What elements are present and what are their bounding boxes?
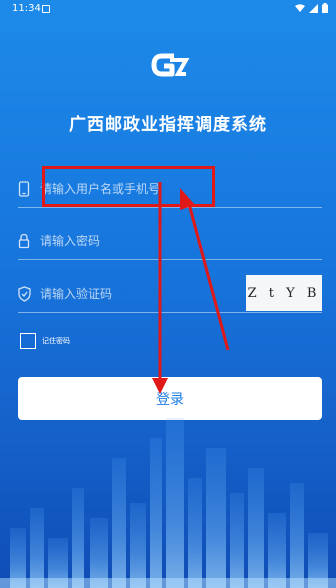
app-title: 广西邮政业指挥调度系统 — [69, 115, 267, 135]
password-input[interactable] — [40, 230, 240, 252]
captcha-image[interactable]: Z t Y B — [246, 275, 322, 311]
wifi-icon — [295, 3, 305, 12]
remember-password-checkbox[interactable] — [20, 333, 36, 349]
login-screen: 11:34 广西邮政业指挥调度系统 请输入用户名或手机号 请输入验证码 Z t … — [0, 0, 336, 588]
lock-icon — [18, 233, 30, 249]
password-field — [18, 222, 322, 260]
phone-icon — [18, 181, 30, 197]
remember-password-label: 记住密码 — [42, 337, 70, 345]
notification-icon — [42, 5, 50, 13]
signal-icon — [309, 3, 318, 13]
captcha-field: Z t Y B — [18, 275, 322, 313]
remember-password-row[interactable]: 记住密码 — [20, 333, 70, 349]
username-field — [18, 170, 322, 208]
status-time: 11:34 — [12, 3, 41, 14]
login-button[interactable]: 登录 — [18, 377, 322, 420]
app-logo — [151, 53, 190, 77]
captcha-input[interactable] — [40, 283, 220, 305]
shield-icon — [18, 286, 31, 302]
status-bar: 11:34 — [0, 0, 336, 18]
battery-icon — [322, 3, 328, 13]
city-skyline-illustration — [0, 418, 336, 588]
status-indicators — [295, 3, 328, 13]
captcha-text: Z t Y B — [247, 285, 321, 301]
username-input[interactable] — [40, 178, 240, 200]
